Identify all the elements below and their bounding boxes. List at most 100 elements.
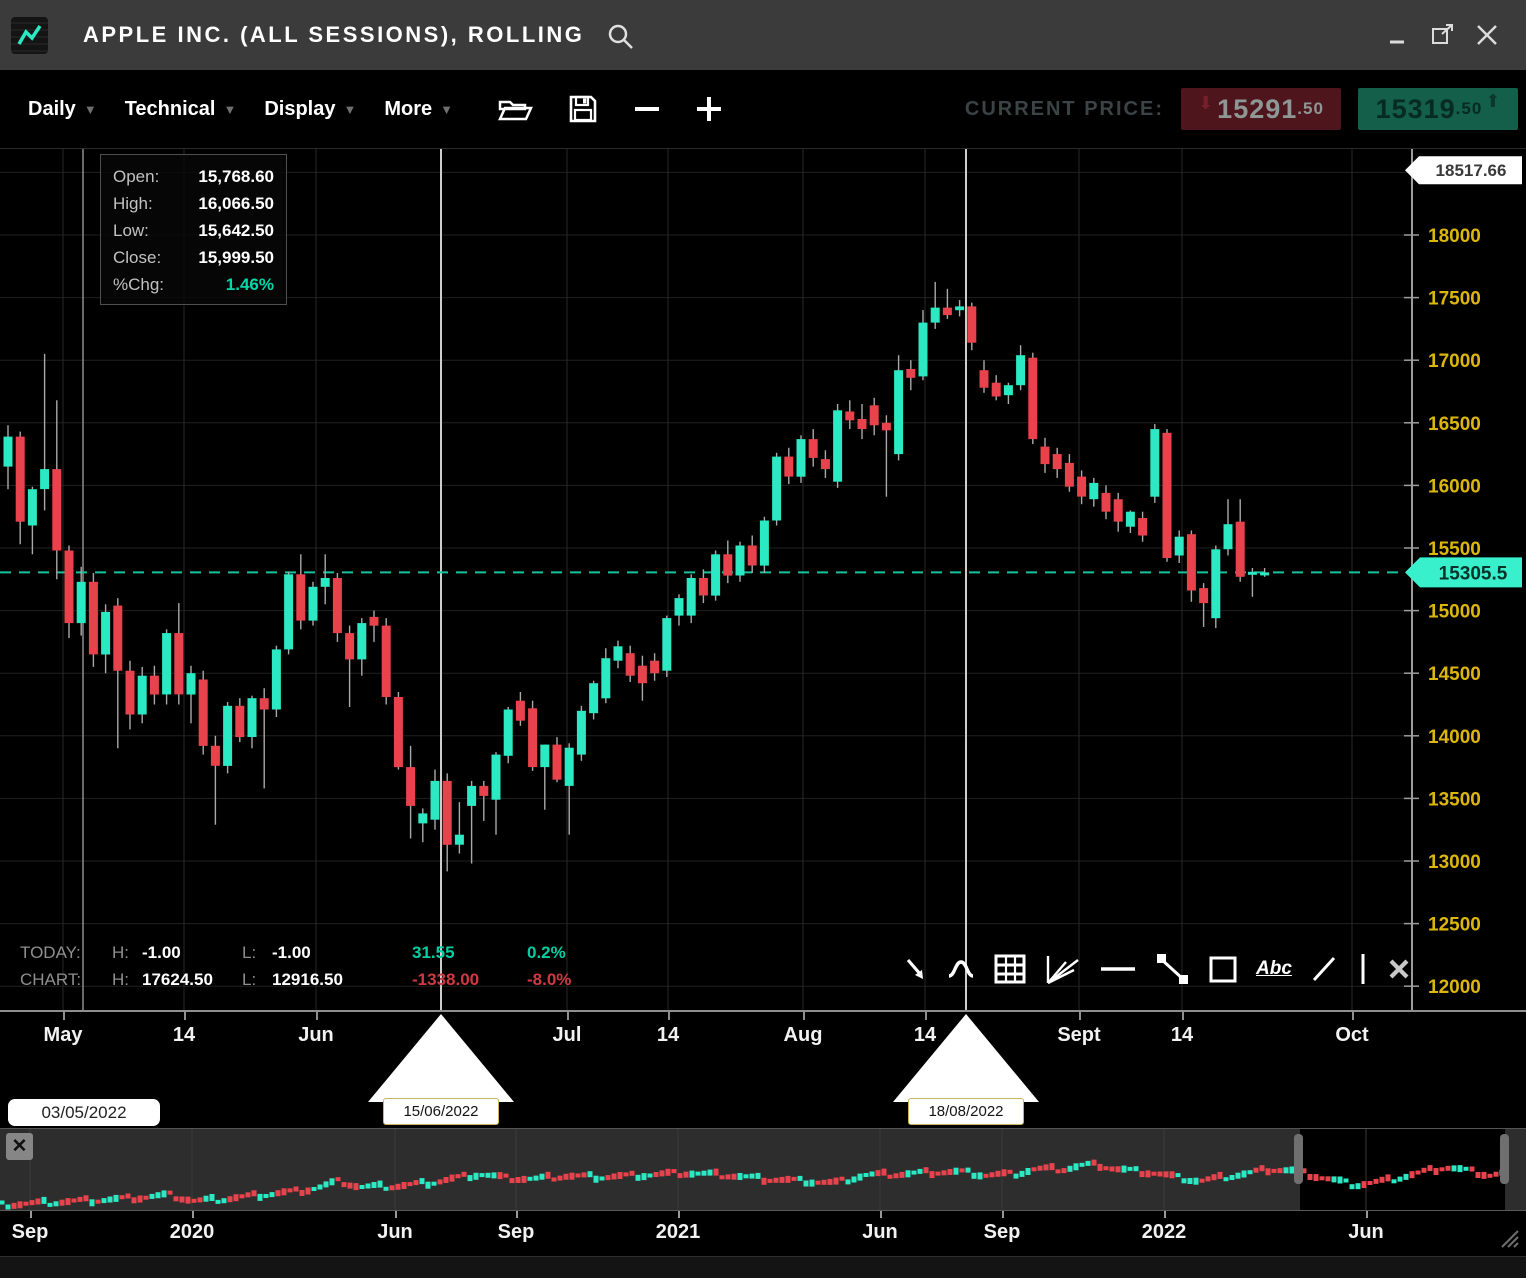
- mini-axis-label: Jun: [862, 1221, 898, 1244]
- minimap-axis: Sep 2020 Jun Sep 2021 Jun Sep 2022 Jun: [0, 1210, 1526, 1256]
- x-axis-tick: [1182, 1012, 1184, 1020]
- x-axis-label: Oct: [1335, 1024, 1368, 1047]
- mini-axis-tick: [1164, 1211, 1166, 1218]
- start-date-label: 03/05/2022: [8, 1099, 160, 1126]
- x-axis-label: 14: [657, 1024, 679, 1047]
- chevron-down-icon: ▼: [84, 102, 97, 117]
- arrow-down-icon: ⬇: [1198, 93, 1213, 114]
- minimap-right-handle[interactable]: [1500, 1134, 1509, 1184]
- mini-axis-tick: [30, 1211, 32, 1218]
- mini-candles-layer: [0, 1160, 1505, 1210]
- mini-axis-label: Jun: [1348, 1221, 1384, 1244]
- rectangle-tool-icon[interactable]: [1207, 949, 1239, 989]
- date-marker-arrow[interactable]: [893, 1014, 1039, 1102]
- mini-axis-label: Sep: [12, 1221, 49, 1244]
- menu-daily[interactable]: Daily▼: [28, 98, 97, 121]
- zoom-out-icon[interactable]: [633, 95, 661, 123]
- mini-axis-tick: [1366, 1211, 1368, 1218]
- mini-axis-label: 2021: [656, 1221, 701, 1244]
- x-axis-label: Jun: [298, 1024, 334, 1047]
- mini-axis-label: Jun: [377, 1221, 413, 1244]
- x-axis-tick: [1352, 1012, 1354, 1020]
- diagonal-line-tool-icon[interactable]: [1309, 949, 1339, 989]
- title-bar: APPLE INC. (ALL SESSIONS), ROLLING: [0, 0, 1526, 70]
- x-axis-label: Aug: [784, 1024, 823, 1047]
- svg-text:14500: 14500: [1428, 664, 1481, 685]
- svg-text:12500: 12500: [1428, 915, 1481, 936]
- bid-price-button[interactable]: ⬇ 15291.50: [1181, 88, 1341, 130]
- x-axis-tick: [63, 1012, 65, 1020]
- mini-axis-tick: [192, 1211, 194, 1218]
- trading-app-window: APPLE INC. (ALL SESSIONS), ROLLING Daily…: [0, 0, 1526, 1278]
- ohlc-info-box: Open:15,768.60 High:16,066.50 Low:15,642…: [100, 154, 287, 305]
- chevron-down-icon: ▼: [223, 102, 236, 117]
- minimap[interactable]: ✕: [0, 1128, 1526, 1210]
- svg-text:18000: 18000: [1428, 226, 1481, 247]
- svg-text:14000: 14000: [1428, 727, 1481, 748]
- mini-axis-label: Sep: [498, 1221, 535, 1244]
- minimap-left-handle[interactable]: [1294, 1134, 1303, 1184]
- mini-axis-label: Sep: [984, 1221, 1021, 1244]
- x-axis-label: May: [44, 1024, 83, 1047]
- chevron-down-icon: ▼: [344, 102, 357, 117]
- toolbar: Daily▼ Technical▼ Display▼ More▼ CURRENT…: [0, 70, 1526, 148]
- grid-tool-icon[interactable]: [993, 949, 1027, 989]
- menu-display[interactable]: Display▼: [264, 98, 356, 121]
- window-title: APPLE INC. (ALL SESSIONS), ROLLING: [83, 22, 584, 48]
- save-icon[interactable]: [567, 93, 599, 125]
- menu-technical[interactable]: Technical▼: [125, 98, 237, 121]
- range-stats: TODAY:H:-1.00 L:-1.00 31.550.2% CHART:H:…: [20, 939, 642, 993]
- date-marker-label[interactable]: 15/06/2022: [383, 1098, 499, 1125]
- app-chart-icon: [11, 17, 48, 54]
- svg-text:16000: 16000: [1428, 476, 1481, 497]
- restore-button[interactable]: [1428, 20, 1458, 50]
- drawing-toolbar: Abc: [903, 949, 1411, 989]
- svg-text:12000: 12000: [1428, 977, 1481, 998]
- svg-text:16500: 16500: [1428, 414, 1481, 435]
- fan-lines-tool-icon[interactable]: [1044, 949, 1082, 989]
- chart-stats-row: CHART:H:17624.50 L:12916.50 -1338.00-8.0…: [20, 966, 642, 993]
- x-axis-tick: [668, 1012, 670, 1020]
- vertical-line-tool-icon[interactable]: [1356, 949, 1370, 989]
- session-high-tag: 18517.66: [1436, 161, 1507, 180]
- open-folder-icon[interactable]: [497, 95, 533, 123]
- main-chart-area[interactable]: 1800017500170001650016000155001500014500…: [0, 148, 1526, 1010]
- svg-text:17500: 17500: [1428, 289, 1481, 310]
- close-drawbar-icon[interactable]: [1387, 949, 1411, 989]
- window-bottom-bar: [0, 1256, 1526, 1278]
- pct-change-value: 1.46%: [226, 271, 274, 298]
- menu-more[interactable]: More▼: [384, 98, 453, 121]
- curve-tool-icon[interactable]: [946, 949, 976, 989]
- x-axis-tick: [316, 1012, 318, 1020]
- mini-axis-tick: [678, 1211, 680, 1218]
- horizontal-line-tool-icon[interactable]: [1099, 949, 1137, 989]
- date-marker-arrow[interactable]: [368, 1014, 514, 1102]
- zoom-in-icon[interactable]: [695, 95, 723, 123]
- mini-axis-tick: [880, 1211, 882, 1218]
- search-icon[interactable]: [606, 22, 636, 52]
- today-stats-row: TODAY:H:-1.00 L:-1.00 31.550.2%: [20, 939, 642, 966]
- mini-axis-label: 2022: [1142, 1221, 1187, 1244]
- svg-text:13000: 13000: [1428, 852, 1481, 873]
- x-axis-tick: [184, 1012, 186, 1020]
- date-marker-label[interactable]: 18/08/2022: [908, 1098, 1024, 1125]
- minimize-button[interactable]: [1384, 20, 1414, 50]
- mini-axis-label: 2020: [170, 1221, 215, 1244]
- minimap-close-icon[interactable]: ✕: [6, 1133, 33, 1160]
- chevron-down-icon: ▼: [440, 102, 453, 117]
- resize-grip-icon[interactable]: [1498, 1227, 1520, 1254]
- svg-text:17000: 17000: [1428, 351, 1481, 372]
- current-price-label: CURRENT PRICE:: [965, 98, 1164, 121]
- text-tool[interactable]: Abc: [1256, 949, 1292, 989]
- x-axis-label: Jul: [553, 1024, 582, 1047]
- x-axis-tick: [803, 1012, 805, 1020]
- trend-line-tool-icon[interactable]: [1154, 949, 1190, 989]
- x-axis-label: Sept: [1057, 1024, 1100, 1047]
- cursor-tool-icon[interactable]: [903, 949, 929, 989]
- mini-axis-tick: [395, 1211, 397, 1218]
- svg-text:15500: 15500: [1428, 539, 1481, 560]
- close-icon[interactable]: [1472, 20, 1502, 50]
- mini-axis-tick: [1002, 1211, 1004, 1218]
- x-axis-tick: [1079, 1012, 1081, 1020]
- ask-price-button[interactable]: 15319.50 ⬆: [1358, 88, 1518, 130]
